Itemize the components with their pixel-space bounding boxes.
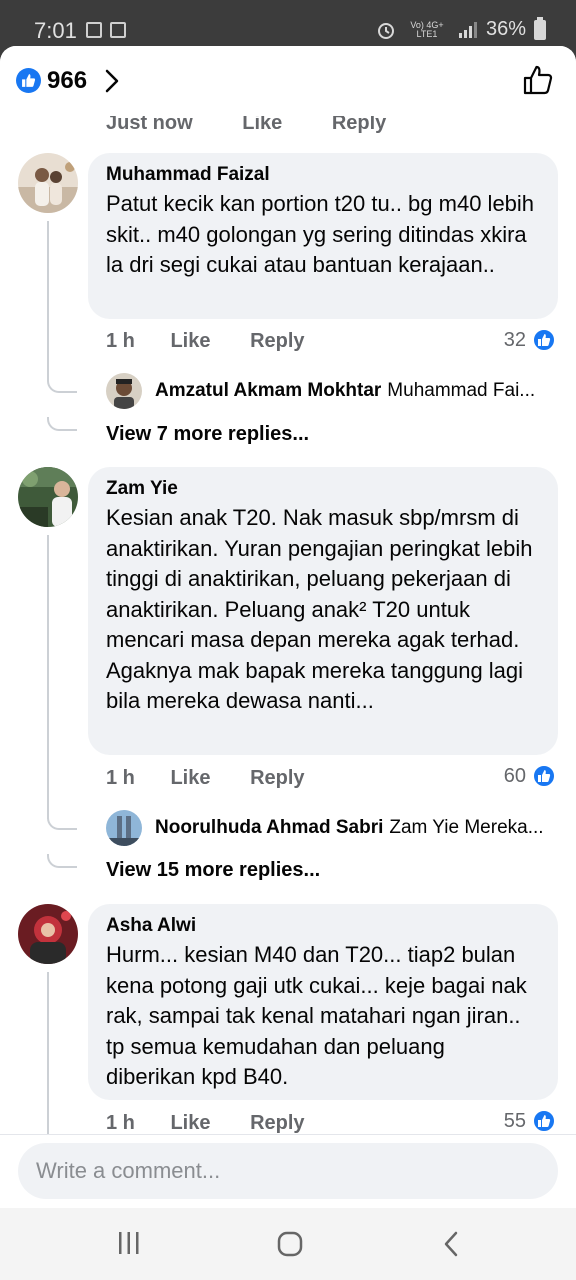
- like-button[interactable]: Like: [170, 330, 210, 352]
- reply-button[interactable]: Reply: [250, 1112, 304, 1134]
- reactions-header: 966: [0, 46, 576, 116]
- likes-count[interactable]: 966: [47, 67, 87, 95]
- battery-percent: 36%: [485, 18, 526, 40]
- comment-meta: 1 h Like Reply: [106, 767, 339, 790]
- comment-text: Patut kecik kan portion t20 tu.. bg m40 …: [106, 191, 535, 277]
- reaction-count[interactable]: 32: [504, 328, 556, 352]
- reply-text: Zam Yie Mereka...: [389, 817, 544, 838]
- signal-icon: [458, 21, 477, 38]
- avatar-amzatul[interactable]: [106, 373, 142, 409]
- status-right: Vo) 4G+ LTE1 36%: [376, 16, 546, 41]
- home-icon[interactable]: [276, 1230, 304, 1258]
- view-more-replies[interactable]: View 15 more replies...: [106, 859, 320, 882]
- back-icon[interactable]: [440, 1230, 462, 1258]
- like-reaction-icon: [532, 764, 556, 788]
- comment-meta: 1 h Like Reply: [106, 1112, 339, 1135]
- comment-time: 1 h: [106, 767, 135, 789]
- comment-meta: 1 h Like Reply: [106, 330, 339, 353]
- comment-author[interactable]: Asha Alwi: [106, 914, 540, 938]
- reply-button[interactable]: Reply: [250, 330, 304, 352]
- avatar-muhammad-faizal[interactable]: [18, 153, 78, 213]
- reply-preview[interactable]: Noorulhuda Ahmad Sabri Zam Yie Mereka...: [155, 817, 555, 839]
- like-button[interactable]: Like: [170, 767, 210, 789]
- comments-sheet: Just now Like Reply Muhammad Faizal Patu…: [0, 46, 576, 1208]
- thread-connector: [47, 417, 77, 431]
- thread-connector: [47, 816, 77, 830]
- network-label: Vo) 4G+ LTE1: [410, 19, 444, 39]
- comment-author[interactable]: Muhammad Faizal: [106, 163, 540, 187]
- comment-text: Hurm... kesian M40 dan T20... tiap2 bula…: [106, 942, 527, 1089]
- reply-button[interactable]: Reply: [250, 767, 304, 789]
- view-more-replies[interactable]: View 7 more replies...: [106, 423, 309, 446]
- alarm-icon: [377, 22, 394, 39]
- comment-bubble[interactable]: Zam Yie Kesian anak T20. Nak masuk sbp/m…: [88, 467, 558, 755]
- chevron-right-icon[interactable]: [104, 68, 120, 94]
- avatar-noorulhuda[interactable]: [106, 810, 142, 846]
- reply-preview[interactable]: Amzatul Akmam Mokhtar Muhammad Fai...: [155, 380, 555, 402]
- reply-author[interactable]: Noorulhuda Ahmad Sabri: [155, 817, 383, 838]
- like-reaction-icon[interactable]: [16, 68, 41, 93]
- avatar-zam-yie[interactable]: [18, 467, 78, 527]
- reaction-number: 60: [503, 764, 526, 787]
- comment-time: 1 h: [106, 330, 135, 352]
- reaction-number: 55: [503, 1109, 526, 1132]
- comment-text: Kesian anak T20. Nak masuk sbp/mrsm di a…: [106, 505, 533, 713]
- composer-bar: Write a comment...: [0, 1134, 576, 1208]
- comment-input[interactable]: Write a comment...: [18, 1143, 558, 1199]
- like-reaction-icon: [532, 328, 556, 352]
- avatar-asha-alwi[interactable]: [18, 904, 78, 964]
- thumbs-up-icon[interactable]: [522, 64, 554, 96]
- reply-author[interactable]: Amzatul Akmam Mokhtar: [155, 380, 381, 401]
- reaction-count[interactable]: 60: [504, 764, 556, 788]
- comment-time: 1 h: [106, 1112, 135, 1134]
- like-reaction-icon: [532, 1109, 556, 1133]
- thread-line: [47, 535, 49, 819]
- gallery-icon: [86, 22, 102, 38]
- recents-icon[interactable]: [116, 1230, 142, 1256]
- comment-author[interactable]: Zam Yie: [106, 477, 540, 501]
- notification-icon: [110, 22, 126, 38]
- reaction-count[interactable]: 55: [504, 1109, 556, 1133]
- battery-icon: [534, 16, 546, 40]
- thread-line: [47, 221, 49, 381]
- reply-text: Muhammad Fai...: [387, 380, 536, 401]
- like-button[interactable]: Like: [170, 1112, 210, 1134]
- thread-connector: [47, 854, 77, 868]
- thread-line: [47, 972, 49, 1136]
- system-nav-bar: [0, 1208, 576, 1280]
- thread-connector: [47, 379, 77, 393]
- comment-bubble[interactable]: Muhammad Faizal Patut kecik kan portion …: [88, 153, 558, 319]
- reaction-number: 32: [503, 328, 526, 351]
- status-time: 7:01: [34, 18, 77, 43]
- comment-bubble[interactable]: Asha Alwi Hurm... kesian M40 dan T20... …: [88, 904, 558, 1100]
- comments-feed[interactable]: Just now Like Reply Muhammad Faizal Patu…: [0, 46, 576, 1136]
